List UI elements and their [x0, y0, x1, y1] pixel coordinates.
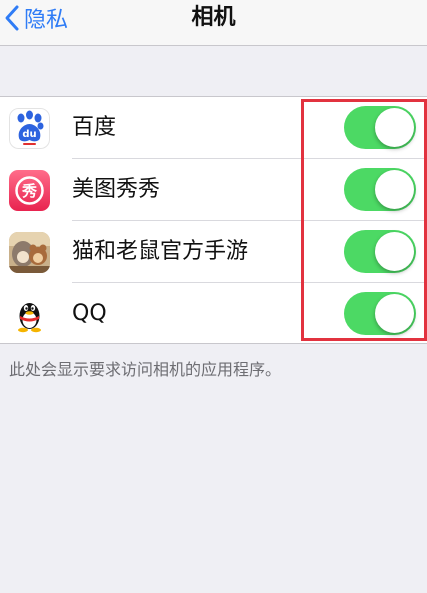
qq-penguin-icon	[9, 294, 50, 335]
highlight-annotation-box	[301, 99, 427, 341]
meitu-app-icon: 秀	[9, 170, 50, 211]
svg-text:du: du	[22, 129, 36, 140]
baidu-app-icon: du	[9, 108, 50, 149]
section-footer-note: 此处会显示要求访问相机的应用程序。	[9, 360, 282, 379]
app-name: 百度	[72, 115, 117, 140]
tom-and-jerry-game-icon	[9, 232, 50, 273]
app-name: 猫和老鼠官方手游	[72, 239, 249, 264]
page-title: 相机	[191, 5, 236, 30]
navigation-bar: 隐私 相机	[0, 0, 427, 46]
app-name: 美图秀秀	[72, 177, 161, 202]
app-name: QQ	[72, 301, 107, 326]
svg-text:秀: 秀	[21, 182, 38, 200]
